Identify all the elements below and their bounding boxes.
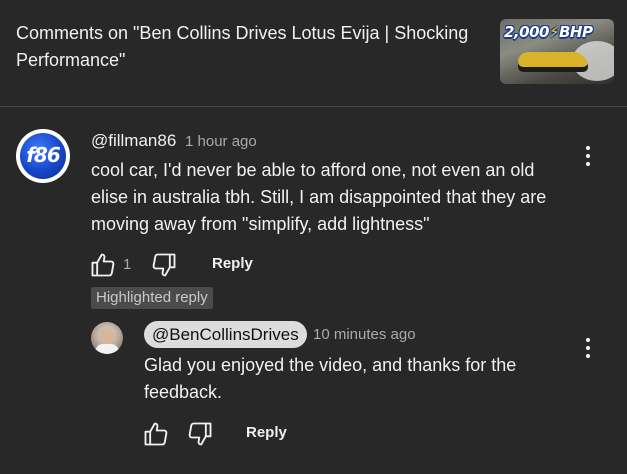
comment-text: cool car, I'd never be able to afford on… bbox=[91, 160, 547, 234]
comments-header: Comments on "Ben Collins Drives Lotus Ev… bbox=[0, 0, 627, 106]
thumbs-down-icon[interactable] bbox=[150, 251, 178, 279]
video-thumbnail[interactable]: 2,000⚡BHP bbox=[500, 19, 614, 84]
reply-button[interactable]: Reply bbox=[246, 424, 287, 441]
reply-timestamp[interactable]: 10 minutes ago bbox=[313, 326, 416, 343]
creator-author-chip[interactable]: @BenCollinsDrives bbox=[144, 321, 307, 348]
reply-avatar[interactable] bbox=[91, 322, 123, 354]
reply-button[interactable]: Reply bbox=[212, 255, 253, 272]
comment-author[interactable]: @fillman86 bbox=[91, 131, 176, 151]
reply-text: Glad you enjoyed the video, and thanks f… bbox=[144, 355, 517, 402]
thumbnail-number: 2,000 bbox=[504, 23, 549, 41]
header-divider bbox=[0, 106, 627, 107]
comment-timestamp[interactable]: 1 hour ago bbox=[185, 133, 257, 150]
highlighted-reply-badge: Highlighted reply bbox=[91, 287, 213, 309]
avatar-logo-text: f86 bbox=[26, 143, 61, 167]
avatar-face bbox=[100, 328, 114, 344]
more-vert-icon[interactable] bbox=[578, 143, 598, 169]
thumbs-down-icon[interactable] bbox=[186, 420, 214, 448]
header-title: Comments on "Ben Collins Drives Lotus Ev… bbox=[16, 23, 469, 70]
avatar-shirt bbox=[95, 344, 119, 354]
thumbs-up-icon[interactable] bbox=[89, 251, 117, 279]
thumbnail-text: 2,000⚡BHP bbox=[504, 23, 593, 41]
thumbnail-unit: BHP bbox=[559, 23, 593, 41]
avatar[interactable]: f86 bbox=[16, 129, 70, 183]
bolt-icon: ⚡ bbox=[548, 23, 560, 41]
thumbs-up-icon[interactable] bbox=[142, 420, 170, 448]
more-vert-icon[interactable] bbox=[578, 335, 598, 361]
thumbnail-car bbox=[518, 52, 588, 72]
like-count: 1 bbox=[123, 256, 132, 273]
